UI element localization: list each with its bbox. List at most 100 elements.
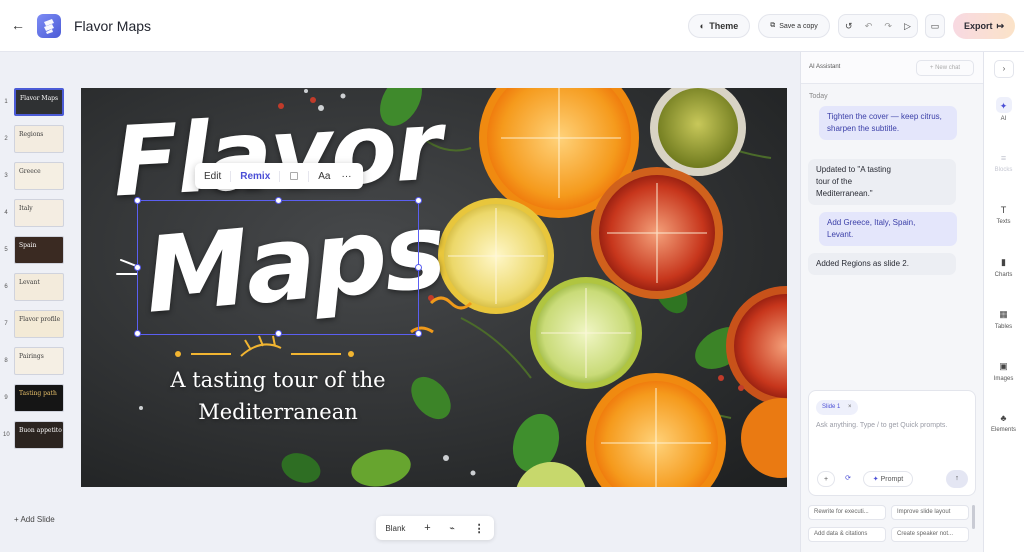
- rail-item-texts[interactable]: T Texts: [983, 205, 1024, 225]
- thumbnail-number: 4: [4, 210, 8, 216]
- slide-thumbnail[interactable]: Tasting path: [14, 384, 64, 412]
- more-vertical-icon[interactable]: ⋮: [474, 522, 485, 535]
- tables-icon: ▦: [999, 309, 1008, 319]
- frame-icon[interactable]: [290, 172, 299, 180]
- history-icon[interactable]: ↺: [845, 21, 853, 32]
- chat-composer: Slide 1 × Ask anything. Type / to get Qu…: [808, 390, 976, 496]
- prompt-label: Prompt: [880, 476, 904, 483]
- thumbnail-row: 4 Italy: [0, 199, 70, 231]
- rail-item-images[interactable]: ▣ Images: [983, 361, 1024, 382]
- thumbnail-number: 8: [4, 358, 8, 364]
- thumbnail-title: Tasting path: [19, 390, 57, 397]
- thumbnail-title: Pairings: [19, 353, 44, 360]
- thumbnail-row: 3 Greece: [0, 162, 70, 194]
- prompt-button[interactable]: ✦ Prompt: [863, 471, 913, 487]
- context-chip[interactable]: Slide 1 ×: [816, 400, 858, 415]
- thumbnail-number: 7: [4, 321, 8, 327]
- slide-bottom-toolbar: Blank + ⌁ ⋮: [376, 516, 494, 540]
- back-arrow-icon[interactable]: ←: [10, 17, 26, 33]
- thumbnail-title: Spain: [19, 242, 37, 249]
- thumbnail-number: 10: [3, 432, 10, 438]
- rail-item-label: Texts: [996, 219, 1011, 225]
- document-title[interactable]: Flavor Maps: [74, 18, 151, 34]
- ai-icon: ✦: [999, 101, 1008, 111]
- suggestion-chip[interactable]: Add data & citations: [808, 527, 886, 542]
- send-button[interactable]: ↑: [946, 470, 968, 488]
- slide-thumbnail[interactable]: Levant: [14, 273, 64, 301]
- rail-item-elements[interactable]: ♣ Elements: [983, 413, 1024, 433]
- slide-subtitle[interactable]: A tasting tour of the Mediterranean: [153, 364, 403, 428]
- thumbnail-number: 3: [4, 173, 8, 179]
- thumbnail-number: 1: [4, 99, 8, 105]
- slide-canvas[interactable]: Flavor Maps A tasting tour of the Medite…: [81, 88, 787, 487]
- layout-select[interactable]: Blank: [385, 524, 405, 533]
- chat-message-assistant: Added Regions as slide 2.: [808, 253, 956, 275]
- slide-thumbnail[interactable]: Regions: [14, 125, 64, 153]
- theme-button[interactable]: ◐ Theme: [688, 14, 750, 38]
- add-icon[interactable]: +: [424, 522, 430, 534]
- slide-thumbnail[interactable]: Spain: [14, 236, 64, 264]
- export-button[interactable]: Export ↦: [953, 13, 1015, 39]
- add-slide-button[interactable]: + Add Slide: [14, 515, 55, 524]
- chat-message-user: Add Greece, Italy, Spain, Levant.: [819, 212, 957, 246]
- top-bar: ← Flavor Maps ◐ Theme ⧉ Save a copy ↺ ↶ …: [0, 0, 1024, 52]
- text-format-toolbar: Edit Remix Aa ···: [195, 163, 363, 189]
- thumbnail-row: 5 Spain: [0, 236, 70, 268]
- refresh-icon[interactable]: ⟳: [839, 471, 857, 487]
- undo-icon[interactable]: ↶: [865, 21, 873, 32]
- copy-icon: ⧉: [770, 22, 776, 29]
- charts-icon: ▮: [1001, 257, 1006, 267]
- slide-thumbnail[interactable]: Pairings: [14, 347, 64, 375]
- rail-item-ai[interactable]: ✦ AI: [983, 101, 1024, 122]
- sparkle-icon: ✦: [872, 476, 879, 483]
- rail-item-label: Charts: [994, 272, 1013, 278]
- thumbnail-title: Greece: [19, 168, 41, 175]
- blocks-icon: ≡: [1000, 153, 1007, 163]
- attach-button[interactable]: +: [817, 471, 835, 487]
- slide-title-line-2[interactable]: Maps: [140, 189, 448, 337]
- remix-button[interactable]: Remix: [230, 170, 281, 182]
- thumbnail-row: 6 Levant: [0, 273, 70, 305]
- ai-panel-title: AI Assistant: [809, 64, 841, 70]
- collapse-panel-icon[interactable]: ›: [994, 60, 1014, 78]
- thumbnail-row: 1 Flavor Maps: [0, 88, 70, 120]
- thumbnail-number: 2: [4, 136, 8, 142]
- thumbnail-number: 5: [4, 247, 8, 253]
- export-arrow-icon: ↦: [996, 20, 1005, 31]
- rail-item-blocks[interactable]: ≡ Blocks: [983, 153, 1024, 173]
- ai-panel-header: AI Assistant + New chat: [801, 52, 984, 84]
- slide-thumbnail[interactable]: Greece: [14, 162, 64, 190]
- date-divider: Today: [809, 93, 828, 100]
- thumbnail-title: Regions: [19, 131, 44, 138]
- rail-item-label: Elements: [990, 427, 1016, 433]
- suggestion-chip[interactable]: Rewrite for executi...: [808, 505, 886, 520]
- slide-thumbnail[interactable]: Flavor Maps: [14, 88, 64, 116]
- suggestion-chip[interactable]: Create speaker not...: [891, 527, 969, 542]
- font-button[interactable]: Aa: [308, 170, 339, 182]
- thumbnail-number: 6: [4, 284, 8, 290]
- play-icon[interactable]: ▷: [904, 21, 911, 32]
- context-chip-label: Slide 1: [822, 404, 841, 410]
- edit-button[interactable]: Edit: [195, 171, 230, 182]
- thumbnail-row: 7 Flavor profile: [0, 310, 70, 342]
- slide-thumbnail[interactable]: Flavor profile: [14, 310, 64, 338]
- suggestion-chip[interactable]: Improve slide layout: [891, 505, 969, 520]
- chat-input[interactable]: Ask anything. Type / to get Quick prompt…: [816, 421, 966, 431]
- more-options-icon[interactable]: ···: [339, 171, 353, 182]
- history-toolbar: ↺ ↶ ↷ ▷: [838, 14, 918, 38]
- new-chat-button[interactable]: + New chat: [916, 60, 974, 76]
- speaker-notes-icon[interactable]: ⌁: [449, 523, 454, 534]
- redo-icon[interactable]: ↷: [884, 21, 892, 32]
- chat-message-user: Tighten the cover — keep citrus, sharpen…: [819, 106, 957, 140]
- rail-item-tables[interactable]: ▦ Tables: [983, 309, 1024, 330]
- slide-thumbnail[interactable]: Italy: [14, 199, 64, 227]
- slide-thumbnail[interactable]: Buon appetito: [14, 421, 64, 449]
- save-copy-button[interactable]: ⧉ Save a copy: [758, 14, 830, 38]
- close-icon[interactable]: ×: [848, 404, 852, 410]
- thumbnail-title: Flavor profile: [19, 316, 61, 323]
- tools-rail: ›: [983, 52, 1024, 552]
- suggestions-scrollbar[interactable]: [972, 505, 975, 529]
- rail-item-charts[interactable]: ▮ Charts: [983, 257, 1024, 278]
- present-icon[interactable]: ▭: [925, 14, 945, 38]
- rail-item-label: Tables: [994, 324, 1013, 330]
